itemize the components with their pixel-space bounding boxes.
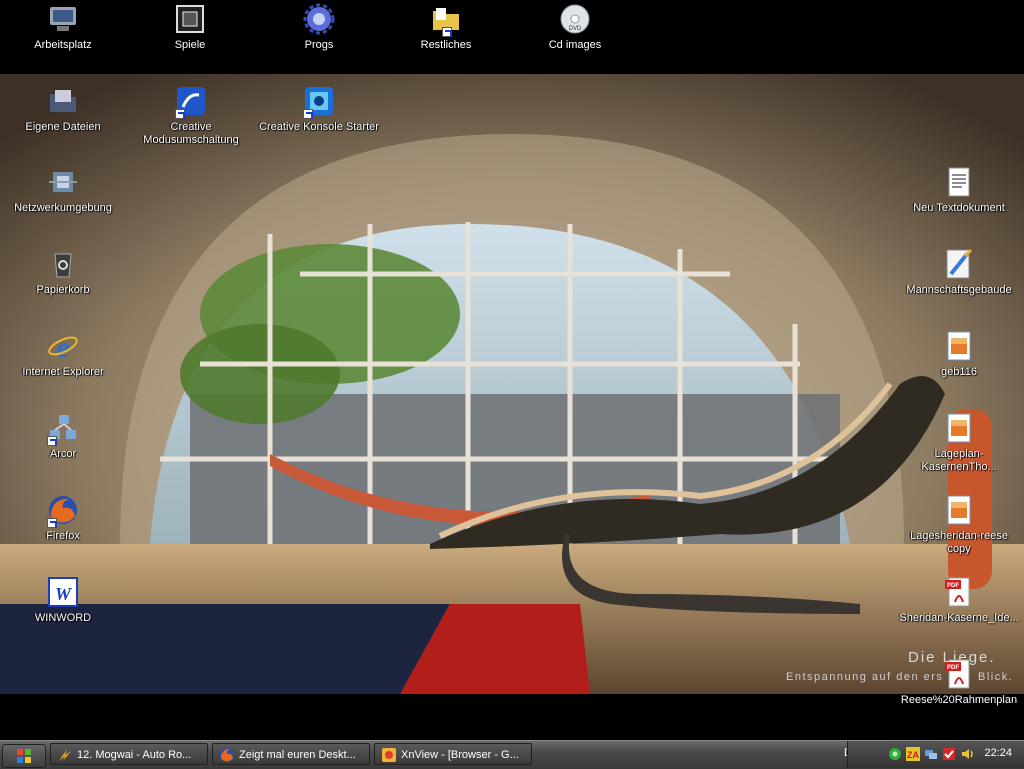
- winamp-icon: [59, 749, 71, 761]
- my-documents-icon: [50, 90, 76, 112]
- desktop-icon-label: Mannschaftsgebaude: [906, 284, 1012, 296]
- firefox-icon: [220, 748, 234, 762]
- desktop-icon-firefox[interactable]: Firefox: [3, 494, 123, 543]
- desktop-icon-restliches[interactable]: Restliches: [386, 3, 506, 52]
- desktop-icon-label: WINWORD: [34, 612, 92, 624]
- windows-logo-icon: [17, 749, 31, 763]
- svg-text:PDF: PDF: [947, 665, 959, 671]
- internet-explorer-icon: e: [48, 331, 78, 362]
- desktop-icon-label: Lageplan-KasernenTho...: [921, 448, 997, 473]
- desktop-icon-papierkorb[interactable]: Papierkorb: [3, 248, 123, 297]
- desktop-icon-neu-textdokument[interactable]: Neu Textdokument: [899, 166, 1019, 215]
- image-file-icon: [947, 495, 971, 525]
- antivirus-icon[interactable]: [942, 747, 956, 761]
- desktop-wallpaper: Die Liege. Entspannung auf den ers Blick…: [0, 74, 1024, 694]
- desktop-icon-label: Lagesheridan-reese copy: [910, 530, 1008, 555]
- taskbar-button-label: Zeigt mal euren Deskt...: [239, 749, 356, 761]
- desktop-icon-label: Creative Konsole Starter: [259, 121, 379, 133]
- desktop-icon-label: Progs: [304, 39, 334, 51]
- taskbar-button-firefox[interactable]: Zeigt mal euren Deskt...: [212, 743, 370, 765]
- network-icon: [49, 172, 77, 192]
- desktop-icon-label: Firefox: [46, 530, 80, 542]
- network-tray-icon[interactable]: [924, 747, 938, 761]
- svg-text:W: W: [55, 584, 73, 604]
- desktop-icon-sheridan-kaserne[interactable]: PDF Sheridan-Kaserne_Ide...: [899, 576, 1019, 625]
- desktop-icon-geb116[interactable]: geb116: [899, 330, 1019, 379]
- zonealarm-icon[interactable]: ZA: [906, 747, 920, 761]
- taskbar-button-winamp[interactable]: 12. Mogwai - Auto Ro...: [50, 743, 208, 765]
- desktop-icon-winword[interactable]: W WINWORD: [3, 576, 123, 625]
- system-tray: ZA 22:24: [847, 741, 1024, 768]
- desktop-icon-label: Reese%20Rahmenplan: [900, 694, 1018, 706]
- wallpaper-scene: Die Liege. Entspannung auf den ers Blick…: [0, 74, 1024, 694]
- desktop-icon-cd-images[interactable]: DVD Cd images: [515, 3, 635, 52]
- desktop-icon-label: Neu Textdokument: [913, 202, 1005, 214]
- taskbar-button-label: XnView - [Browser - G...: [401, 749, 519, 761]
- desktop-icon-progs[interactable]: Progs: [259, 3, 379, 52]
- desktop-icon-label: Arbeitsplatz: [34, 39, 92, 51]
- desktop-icon-label: Spiele: [174, 39, 206, 51]
- desktop-icon-label: Eigene Dateien: [25, 121, 101, 133]
- desktop-icon-label: Netzwerkumgebung: [14, 202, 112, 214]
- taskbar-button-xnview[interactable]: XnView - [Browser - G...: [374, 743, 532, 765]
- desktop-icon-label: Arcor: [49, 448, 77, 460]
- word-icon: W: [48, 577, 78, 607]
- shortcut-arrow-icon: [303, 109, 313, 119]
- shortcut-arrow-icon: [175, 109, 185, 119]
- my-computer-icon: [50, 7, 76, 31]
- start-button[interactable]: [2, 744, 46, 768]
- desktop-icon-label: Restliches: [420, 39, 472, 51]
- shortcut-arrow-icon: [442, 27, 452, 37]
- desktop-icon-eigene-dateien[interactable]: Eigene Dateien: [3, 85, 123, 134]
- desktop-icon-label: Cd images: [548, 39, 602, 51]
- desktop-icon-lagesheridan-reese[interactable]: Lagesheridan-reese copy: [899, 494, 1019, 556]
- shortcut-arrow-icon: [47, 518, 57, 528]
- green-gear-icon[interactable]: [888, 747, 902, 761]
- desktop-icon-reese-rahmenplan[interactable]: PDF Reese%20Rahmenplan: [899, 658, 1019, 707]
- image-file-icon: [947, 413, 971, 443]
- taskbar: 12. Mogwai - Auto Ro... Zeigt mal euren …: [0, 740, 1024, 769]
- image-editor-icon: [946, 248, 973, 279]
- desktop-icon-spiele[interactable]: Spiele: [130, 3, 250, 52]
- svg-text:e: e: [56, 331, 69, 362]
- desktop-icon-label: geb116: [941, 366, 977, 378]
- shortcut-arrow-icon: [47, 436, 57, 446]
- desktop-icon-arbeitsplatz[interactable]: Arbeitsplatz: [3, 3, 123, 52]
- desktop-icon-netzwerkumgebung[interactable]: Netzwerkumgebung: [3, 166, 123, 215]
- desktop-icon-label: Sheridan-Kaserne_Ide...: [899, 612, 1019, 624]
- svg-text:DVD: DVD: [569, 26, 582, 32]
- pdf-icon: PDF: [945, 577, 970, 607]
- svg-text:PDF: PDF: [947, 583, 959, 589]
- clock[interactable]: 22:24: [984, 747, 1012, 759]
- desktop-icon-mannschaftsgebaude[interactable]: Mannschaftsgebaude: [899, 248, 1019, 297]
- volume-icon[interactable]: [960, 747, 974, 761]
- desktop-icon-internet-explorer[interactable]: e Internet Explorer: [3, 330, 123, 379]
- gear-icon: [303, 3, 335, 35]
- desktop-icon-label: Internet Explorer: [22, 366, 104, 378]
- image-file-icon: [947, 331, 971, 361]
- svg-text:ZA: ZA: [907, 750, 919, 760]
- pdf-icon: PDF: [945, 659, 970, 689]
- desktop-bottom-band: [0, 694, 1024, 740]
- xnview-icon: [382, 748, 396, 762]
- desktop-icon-creative-modusumschaltung[interactable]: Creative Modusumschaltung: [131, 85, 251, 147]
- recycle-bin-icon: [54, 253, 72, 278]
- text-document-icon: [948, 167, 970, 197]
- desktop-icon-creative-konsole-starter[interactable]: Creative Konsole Starter: [259, 85, 379, 134]
- desktop-icon-label: Papierkorb: [36, 284, 90, 296]
- desktop-icon-label: Creative Modusumschaltung: [143, 121, 239, 146]
- desktop-icon-arcor[interactable]: Arcor: [3, 412, 123, 461]
- taskbar-button-label: 12. Mogwai - Auto Ro...: [77, 749, 192, 761]
- desktop-icon-lageplan-kasernen[interactable]: Lageplan-KasernenTho...: [899, 412, 1019, 474]
- dvd-icon: DVD: [560, 4, 590, 34]
- folder-dark-icon: [176, 5, 204, 33]
